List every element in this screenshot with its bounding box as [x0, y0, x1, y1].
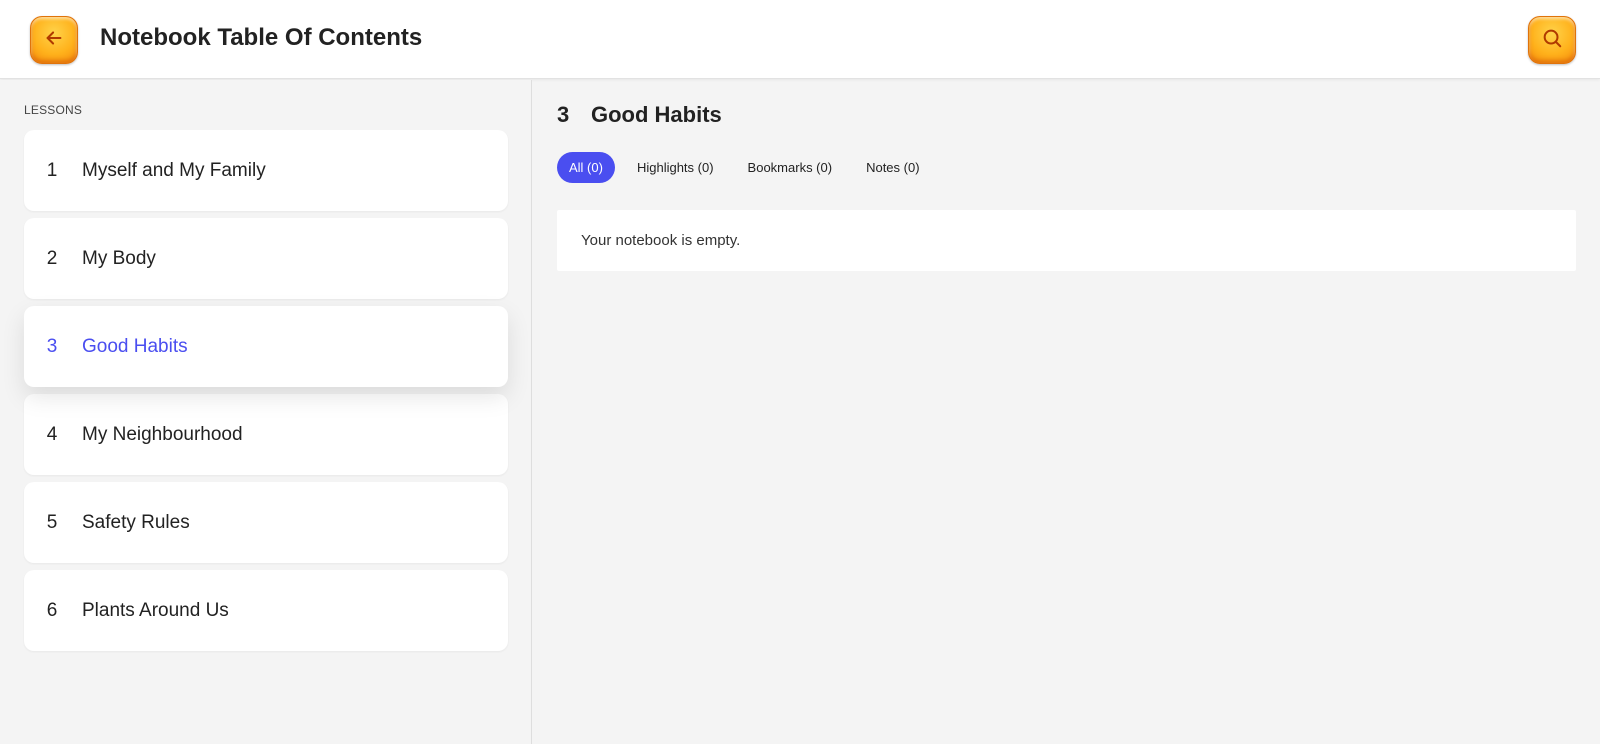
lesson-title: Plants Around Us	[82, 599, 229, 621]
filter-tabs: All (0) Highlights (0) Bookmarks (0) Not…	[557, 152, 942, 183]
tab-notes[interactable]: Notes (0)	[854, 152, 931, 183]
lesson-item-5[interactable]: 5 Safety Rules	[24, 482, 508, 563]
lessons-sidebar: LESSONS 1 Myself and My Family 2 My Body…	[0, 80, 532, 744]
page-title: Notebook Table Of Contents	[100, 24, 423, 51]
lesson-item-6[interactable]: 6 Plants Around Us	[24, 570, 508, 651]
lesson-number: 5	[46, 511, 58, 533]
arrow-left-icon	[43, 27, 65, 54]
lesson-number: 1	[46, 159, 58, 181]
lesson-number: 4	[46, 423, 58, 445]
lesson-title: Good Habits	[82, 335, 188, 357]
lesson-title: My Neighbourhood	[82, 423, 243, 445]
search-button[interactable]	[1528, 16, 1576, 64]
lesson-item-2[interactable]: 2 My Body	[24, 218, 508, 299]
empty-notebook-message: Your notebook is empty.	[557, 210, 1576, 271]
lesson-heading-title: Good Habits	[591, 102, 722, 127]
lessons-heading: LESSONS	[24, 103, 83, 117]
tab-bookmarks[interactable]: Bookmarks (0)	[736, 152, 845, 183]
lesson-item-1[interactable]: 1 Myself and My Family	[24, 130, 508, 211]
lesson-title: Myself and My Family	[82, 159, 266, 181]
lesson-title: Safety Rules	[82, 511, 190, 533]
lesson-number: 3	[46, 335, 58, 357]
tab-all[interactable]: All (0)	[557, 152, 615, 183]
lesson-item-4[interactable]: 4 My Neighbourhood	[24, 394, 508, 475]
empty-message-text: Your notebook is empty.	[581, 232, 741, 249]
top-bar: Notebook Table Of Contents	[0, 0, 1600, 79]
lesson-number: 2	[46, 247, 58, 269]
lesson-number: 6	[46, 599, 58, 621]
notebook-panel: 3 Good Habits All (0) Highlights (0) Boo…	[533, 80, 1600, 744]
tab-highlights[interactable]: Highlights (0)	[625, 152, 726, 183]
lesson-item-3[interactable]: 3 Good Habits	[24, 306, 508, 387]
lesson-heading-number: 3	[557, 102, 570, 127]
search-icon	[1541, 27, 1563, 54]
back-button[interactable]	[30, 16, 78, 64]
lesson-heading: 3 Good Habits	[557, 102, 722, 128]
lesson-title: My Body	[82, 247, 156, 269]
